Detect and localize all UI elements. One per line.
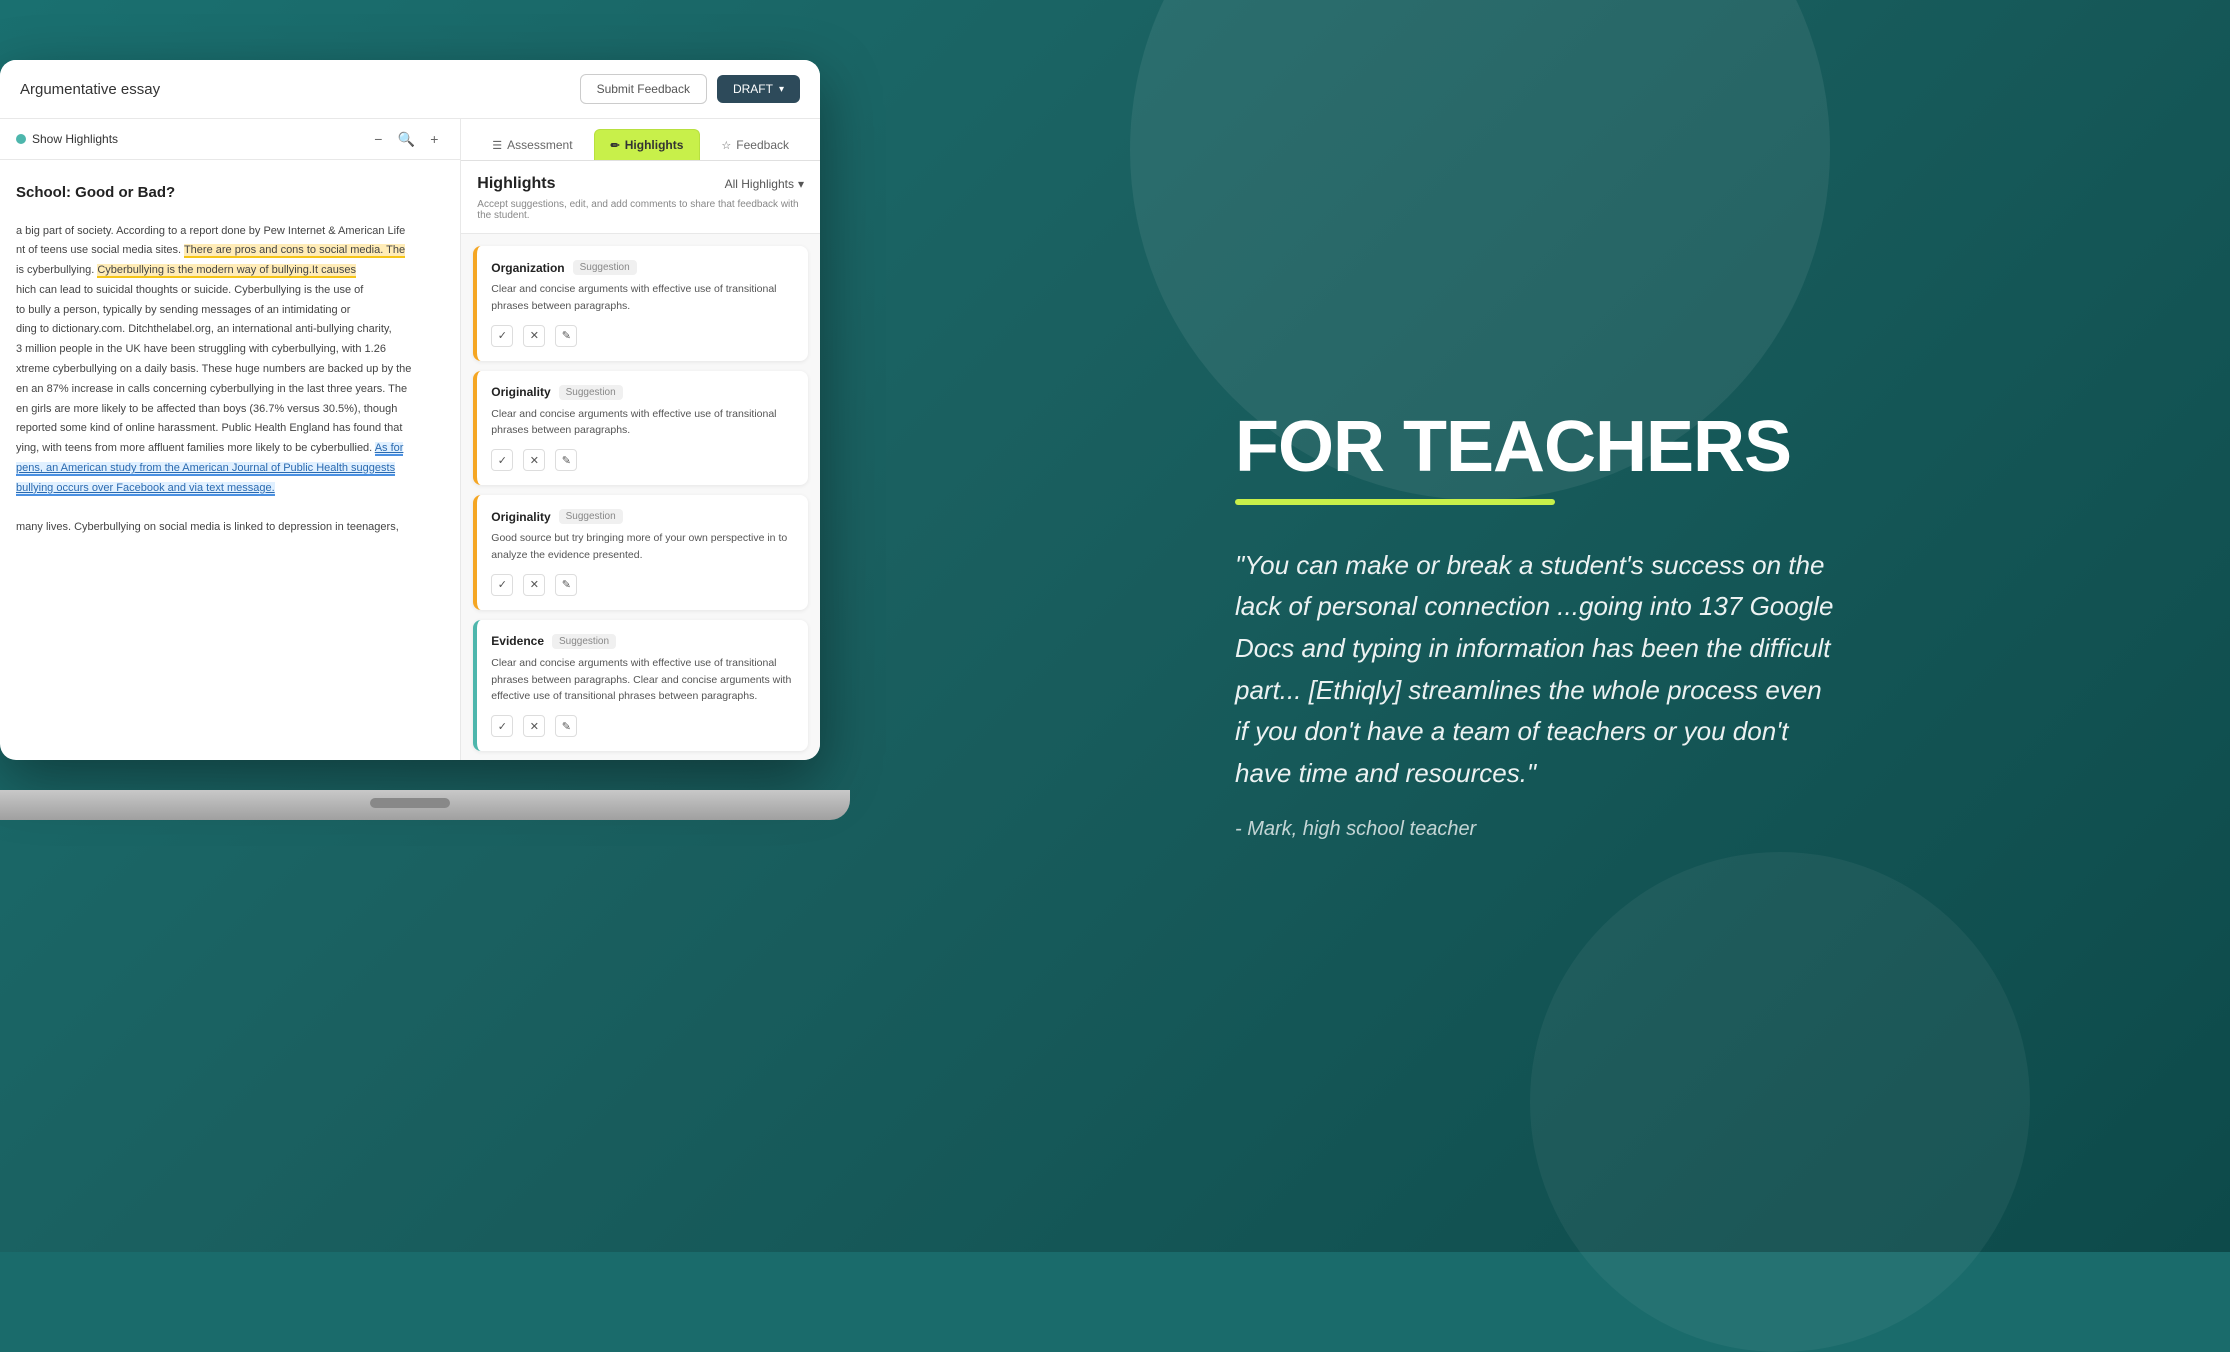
card-4-badge: Suggestion <box>552 634 616 649</box>
tab-assessment[interactable]: ☰ Assessment <box>475 129 589 160</box>
draft-chevron-icon: ▾ <box>779 84 784 95</box>
card-2-accept-button[interactable]: ✓ <box>491 449 513 471</box>
quote-author: - Mark, high school teacher <box>1235 818 1835 841</box>
essay-toolbar: Show Highlights − 🔍 + <box>0 119 460 160</box>
highlights-title: Highlights <box>477 175 555 193</box>
plus-icon[interactable]: + <box>424 129 444 149</box>
highlight-card-3: Originality Suggestion Good source but t… <box>473 495 808 610</box>
highlights-panel: ☰ Assessment ✏ Highlights ☆ Feedback Hig… <box>461 119 820 760</box>
screen-header: Argumentative essay Submit Feedback DRAF… <box>0 60 820 119</box>
highlights-list: Organization Suggestion Clear and concis… <box>461 234 820 760</box>
card-2-reject-button[interactable]: ✕ <box>523 449 545 471</box>
show-highlights-label: Show Highlights <box>32 132 118 146</box>
card-3-accept-button[interactable]: ✓ <box>491 574 513 596</box>
card-1-accept-button[interactable]: ✓ <box>491 325 513 347</box>
tab-feedback-label: Feedback <box>736 138 789 152</box>
essay-content: School: Good or Bad? a big part of socie… <box>0 160 460 760</box>
card-3-category: Originality <box>491 510 550 524</box>
card-1-actions: ✓ ✕ ✎ <box>491 325 794 347</box>
card-3-header: Originality Suggestion <box>491 509 794 524</box>
card-3-actions: ✓ ✕ ✎ <box>491 574 794 596</box>
highlights-header: Highlights All Highlights ▾ <box>461 161 820 199</box>
all-highlights-button[interactable]: All Highlights ▾ <box>725 177 804 191</box>
show-highlights-toggle[interactable]: Show Highlights <box>16 132 118 146</box>
card-4-accept-button[interactable]: ✓ <box>491 715 513 737</box>
all-highlights-label: All Highlights <box>725 177 794 191</box>
card-4-reject-button[interactable]: ✕ <box>523 715 545 737</box>
marketing-content: FOR TEACHERS "You can make or break a st… <box>1235 411 1835 842</box>
card-2-category: Originality <box>491 385 550 399</box>
card-2-edit-button[interactable]: ✎ <box>555 449 577 471</box>
card-4-text: Clear and concise arguments with effecti… <box>491 655 794 705</box>
card-3-text: Good source but try bringing more of you… <box>491 530 794 564</box>
all-highlights-chevron-icon: ▾ <box>798 177 804 191</box>
draft-label: DRAFT <box>733 82 773 96</box>
card-4-actions: ✓ ✕ ✎ <box>491 715 794 737</box>
highlight-card-1: Organization Suggestion Clear and concis… <box>473 246 808 361</box>
essay-text: a big part of society. According to a re… <box>16 222 444 539</box>
screen-title: Argumentative essay <box>20 81 160 98</box>
highlights-icon: ✏ <box>611 139 620 152</box>
card-3-reject-button[interactable]: ✕ <box>523 574 545 596</box>
card-4-edit-button[interactable]: ✎ <box>555 715 577 737</box>
card-3-edit-button[interactable]: ✎ <box>555 574 577 596</box>
heading-underline <box>1235 499 1555 505</box>
card-4-header: Evidence Suggestion <box>491 634 794 649</box>
essay-title: School: Good or Bad? <box>16 180 444 206</box>
laptop-container: Argumentative essay Submit Feedback DRAF… <box>0 60 840 820</box>
card-3-badge: Suggestion <box>559 509 623 524</box>
card-1-category: Organization <box>491 261 564 275</box>
tabs-bar: ☰ Assessment ✏ Highlights ☆ Feedback <box>461 119 820 161</box>
highlight-card-4: Evidence Suggestion Clear and concise ar… <box>473 620 808 751</box>
card-1-reject-button[interactable]: ✕ <box>523 325 545 347</box>
laptop-screen: Argumentative essay Submit Feedback DRAF… <box>0 60 820 760</box>
card-2-actions: ✓ ✕ ✎ <box>491 449 794 471</box>
screen-body: Show Highlights − 🔍 + School: Good or Ba… <box>0 119 820 760</box>
minus-icon[interactable]: − <box>368 129 388 149</box>
tab-highlights[interactable]: ✏ Highlights <box>594 129 701 160</box>
card-1-badge: Suggestion <box>573 260 637 275</box>
draft-button[interactable]: DRAFT ▾ <box>717 75 800 103</box>
laptop-base <box>0 790 850 820</box>
submit-feedback-button[interactable]: Submit Feedback <box>580 74 707 104</box>
card-2-text: Clear and concise arguments with effecti… <box>491 406 794 440</box>
card-4-category: Evidence <box>491 634 544 648</box>
tab-feedback[interactable]: ☆ Feedback <box>704 129 806 160</box>
card-2-header: Originality Suggestion <box>491 385 794 400</box>
card-1-header: Organization Suggestion <box>491 260 794 275</box>
card-1-text: Clear and concise arguments with effecti… <box>491 281 794 315</box>
tab-highlights-label: Highlights <box>625 138 684 152</box>
highlights-subtitle: Accept suggestions, edit, and add commen… <box>461 199 820 234</box>
for-teachers-heading: FOR TEACHERS <box>1235 411 1835 483</box>
highlight-card-2: Originality Suggestion Clear and concise… <box>473 371 808 486</box>
tab-assessment-label: Assessment <box>507 138 572 152</box>
header-buttons: Submit Feedback DRAFT ▾ <box>580 74 800 104</box>
quote-text: "You can make or break a student's succe… <box>1235 545 1835 795</box>
toolbar-actions: − 🔍 + <box>368 129 444 149</box>
assessment-icon: ☰ <box>492 139 502 152</box>
marketing-panel: FOR TEACHERS "You can make or break a st… <box>840 0 2230 1252</box>
essay-panel: Show Highlights − 🔍 + School: Good or Ba… <box>0 119 461 760</box>
card-1-edit-button[interactable]: ✎ <box>555 325 577 347</box>
search-icon[interactable]: 🔍 <box>396 129 416 149</box>
feedback-icon: ☆ <box>721 139 731 152</box>
toggle-dot <box>16 134 26 144</box>
card-2-badge: Suggestion <box>559 385 623 400</box>
